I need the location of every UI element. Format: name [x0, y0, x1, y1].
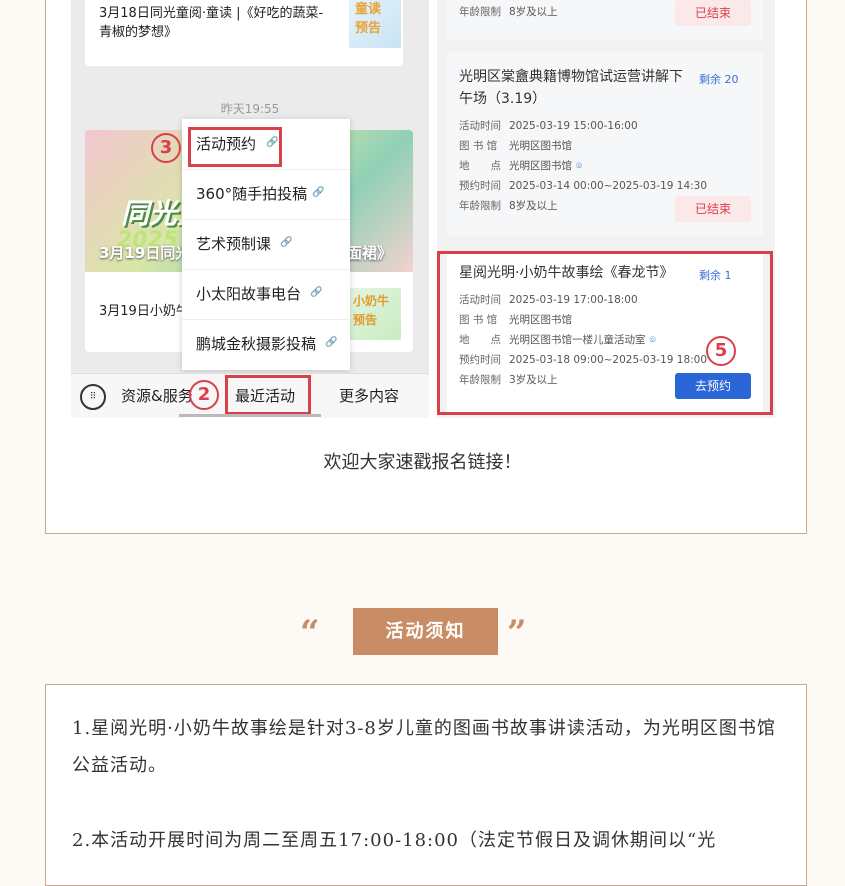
link-icon: 🔗 — [310, 287, 323, 298]
activity-list-panel: 年龄限制 8岁及以上 已结束 光明区棠盦典籍博物馆试运营讲解下午场（3.19） 剩… — [437, 0, 775, 418]
remaining-count: 剩余 20 — [699, 73, 739, 86]
close-quote-mark: ” — [507, 613, 527, 653]
open-quote-mark: “ — [300, 613, 320, 653]
wechat-chat-panel: 3月18日同光童阅·童读 |《好吃的蔬菜-青椒的梦想》 童读 预告 昨天19:5… — [71, 0, 429, 418]
activity-row: 年龄限制 8岁及以上 — [459, 200, 558, 212]
ended-button[interactable]: 已结束 — [675, 0, 751, 26]
menu-item-photo-contest[interactable]: 鹏城金秋摄影投稿 🔗 — [182, 319, 350, 369]
tab-more[interactable]: 更多内容 — [339, 374, 399, 418]
keyboard-icon[interactable]: ⠿ — [80, 384, 106, 410]
step-3-marker: 3 — [151, 133, 181, 163]
article-card-2-title: 3月19日小奶牛 — [99, 304, 189, 319]
activity-row: 图 书 馆光明区图书馆 — [459, 140, 572, 152]
activity-row: 地 点光明区图书馆 ⌾ — [459, 160, 583, 172]
activity-card-previous: 年龄限制 8岁及以上 已结束 — [447, 0, 763, 40]
thumbnail-badge-text: 小奶牛 预告 — [353, 294, 390, 327]
highlight-recent-activities — [225, 375, 311, 415]
link-icon: 🔗 — [325, 337, 338, 348]
activity-row: 活动时间 2025-03-19 15:00-16:00 — [459, 120, 638, 132]
activity-row: 年龄限制 8岁及以上 — [459, 6, 558, 18]
home-indicator — [179, 414, 321, 417]
signup-caption: 欢迎大家速戳报名链接！ — [323, 452, 522, 473]
link-icon: 🔗 — [280, 237, 293, 248]
article-card-1-thumbnail: 童读 预告 — [349, 0, 401, 48]
notice-paragraph-1: 1.星阅光明·小奶牛故事绘是针对3-8岁儿童的图画书故事讲读活动，为光明区图书馆… — [72, 718, 776, 776]
step-2-marker: 2 — [189, 380, 219, 410]
menu-item-art-class[interactable]: 艺术预制课 🔗 — [182, 219, 350, 270]
notice-section-title: 活动须知 — [353, 608, 498, 655]
activity-row: 预约时间 2025-03-14 00:00~2025-03-19 14:30 — [459, 180, 708, 192]
highlight-story-card — [437, 251, 773, 415]
chat-timestamp: 昨天19:55 — [220, 102, 280, 116]
article-card-1[interactable]: 3月18日同光童阅·童读 |《好吃的蔬菜-青椒的梦想》 童读 预告 — [85, 0, 403, 66]
menu-item-radio[interactable]: 小太阳故事电台 🔗 — [182, 269, 350, 320]
location-icon[interactable]: ⌾ — [576, 160, 582, 172]
highlight-activity-booking — [188, 127, 282, 167]
thumbnail-badge-text: 童读 预告 — [355, 2, 382, 36]
ended-button[interactable]: 已结束 — [675, 196, 751, 222]
tab-resources[interactable]: 资源&服务 — [121, 374, 193, 418]
link-icon: 🔗 — [312, 187, 325, 198]
menu-item-photo-submit[interactable]: 360°随手拍投稿 🔗 — [182, 169, 350, 220]
article-card-1-title: 3月18日同光童阅·童读 |《好吃的蔬菜-青椒的梦想》 — [99, 6, 324, 40]
article-card-2-thumbnail: 小奶牛 预告 — [349, 288, 401, 340]
activity-card-museum[interactable]: 光明区棠盦典籍博物馆试运营讲解下午场（3.19） 剩余 20 活动时间 2025-… — [447, 52, 763, 236]
step-5-marker: 5 — [706, 336, 736, 366]
notice-paragraph-2: 2.本活动开展时间为周二至周五17:00-18:00（法定节假日及调休期间以“光 — [72, 830, 717, 851]
banner-caption-right: 面裙》 — [347, 244, 393, 262]
banner-caption: 3月19日同光 — [99, 244, 191, 262]
activity-title: 光明区棠盦典籍博物馆试运营讲解下午场（3.19） — [459, 69, 683, 107]
